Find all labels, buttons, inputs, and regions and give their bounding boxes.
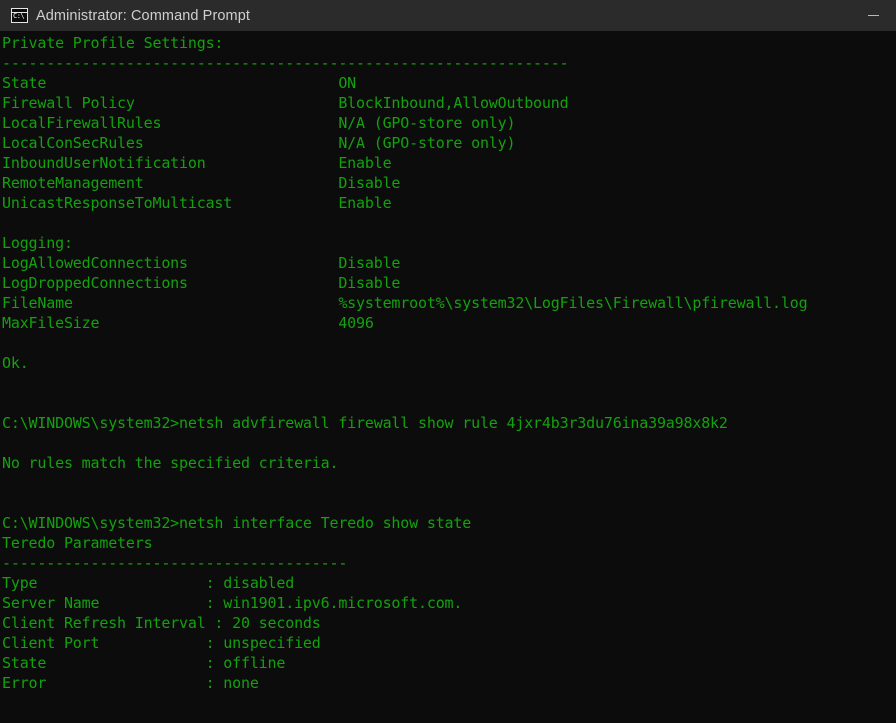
command-prompt-icon <box>11 8 28 23</box>
command-prompt-window: Administrator: Command Prompt Private Pr… <box>0 0 896 723</box>
window-controls <box>850 0 896 31</box>
console-text: Private Profile Settings: --------------… <box>2 34 808 692</box>
title-bar-left: Administrator: Command Prompt <box>0 8 250 24</box>
title-bar[interactable]: Administrator: Command Prompt <box>0 0 896 31</box>
console-output-area[interactable]: Private Profile Settings: --------------… <box>0 31 896 723</box>
minimize-icon <box>867 14 879 17</box>
window-title: Administrator: Command Prompt <box>36 7 251 24</box>
minimize-button[interactable] <box>850 0 896 31</box>
